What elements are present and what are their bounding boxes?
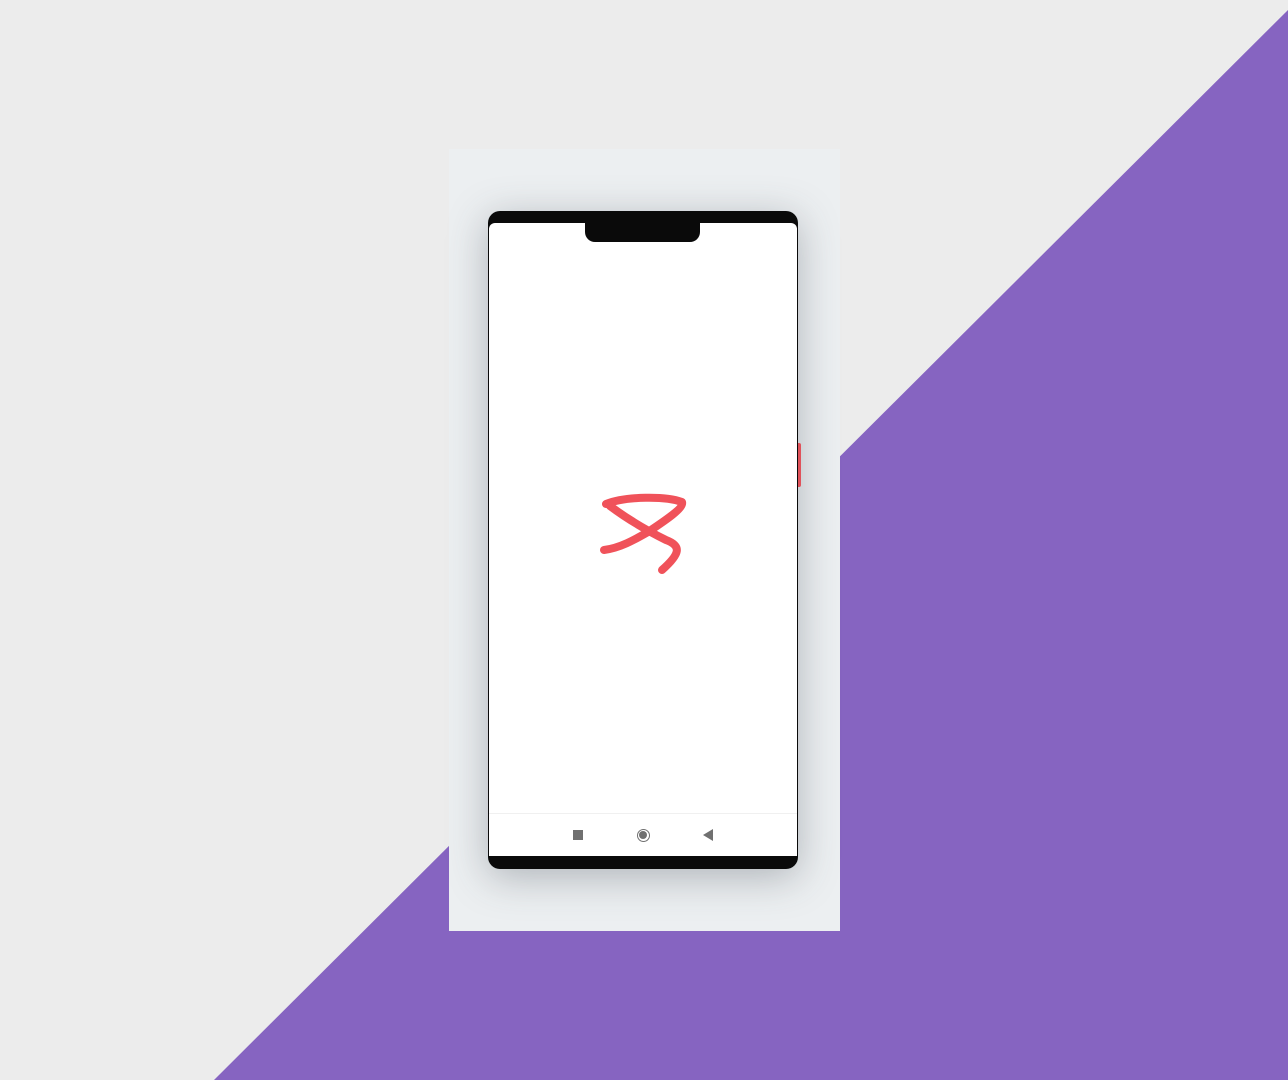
square-icon [573, 830, 583, 840]
app-logo-ribbon-icon [600, 493, 686, 574]
recents-button[interactable] [570, 827, 586, 843]
phone-notch [585, 222, 700, 242]
phone-side-button [798, 443, 801, 487]
android-nav-bar [489, 813, 797, 856]
circle-icon [636, 828, 650, 842]
back-button[interactable] [700, 827, 716, 843]
triangle-back-icon [703, 829, 713, 841]
home-button[interactable] [635, 827, 651, 843]
